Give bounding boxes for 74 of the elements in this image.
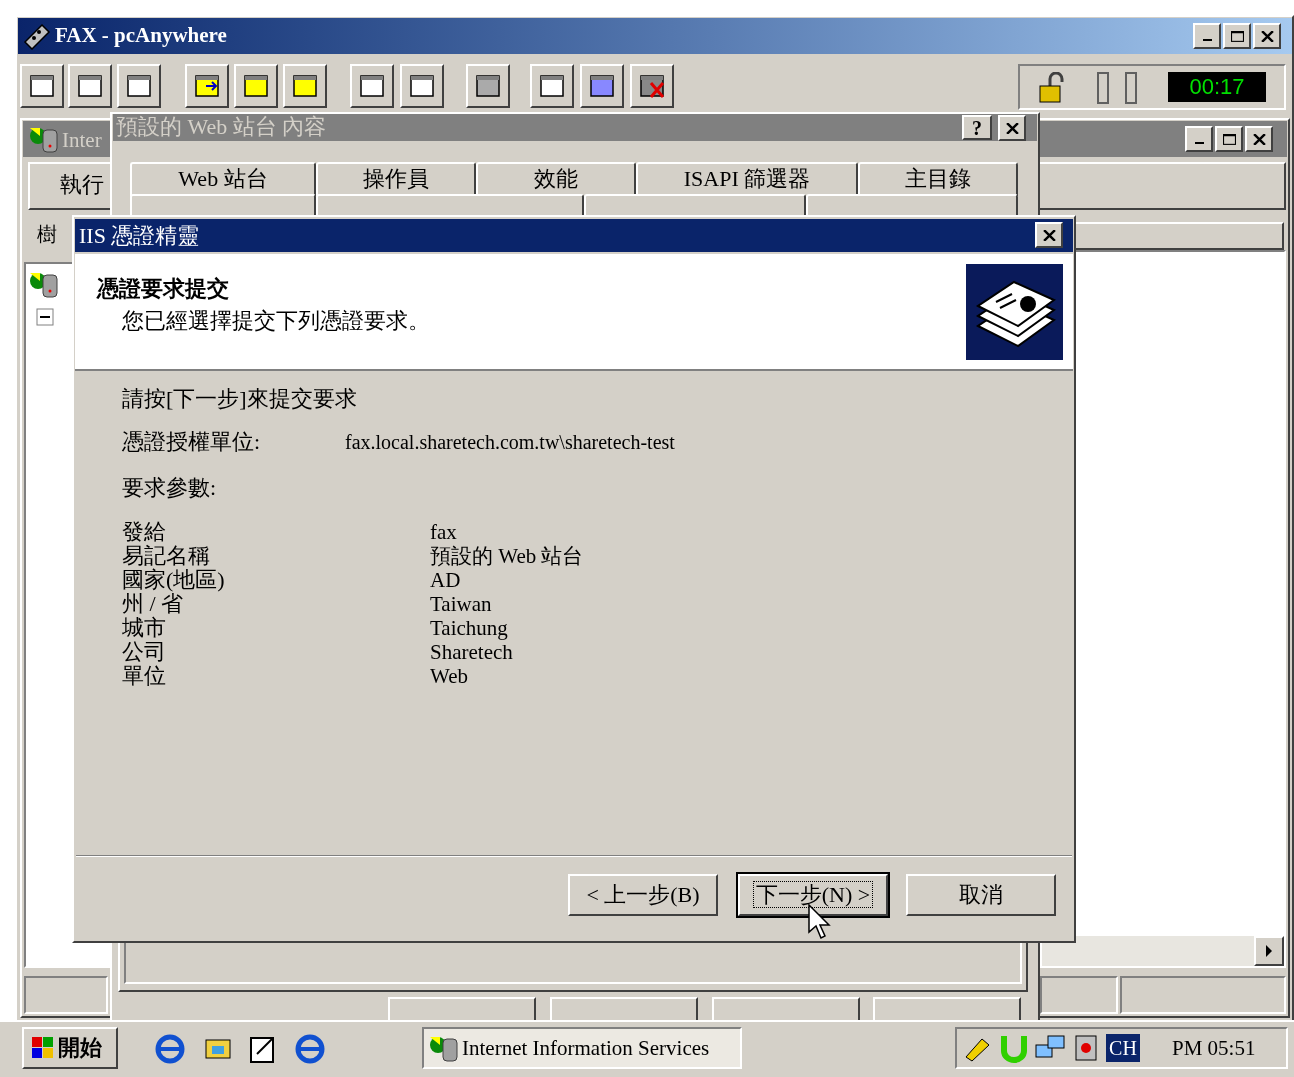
parameter-name: 國家(地區) xyxy=(122,568,226,592)
minimize-icon xyxy=(1202,39,1212,41)
parameter-name: 易記名稱 xyxy=(122,544,211,568)
indicator-icon xyxy=(1094,72,1140,104)
session-timer: 00:17 xyxy=(1168,72,1266,102)
toolbar-button[interactable] xyxy=(68,64,112,108)
parameter-value: AD xyxy=(430,568,461,592)
parameters-label: 要求參數: xyxy=(122,474,217,502)
dialog-title: 預設的 Web 站台 內容 xyxy=(116,113,327,141)
minimize-icon xyxy=(1194,142,1204,144)
toolbar-button[interactable] xyxy=(185,64,229,108)
parameter-name: 單位 xyxy=(122,664,167,688)
window-title: Inter xyxy=(62,127,102,154)
authority-label: 憑證授權單位: xyxy=(122,428,261,456)
wizard-heading: 憑證要求提交 xyxy=(97,275,229,303)
remote-control-icon xyxy=(22,22,52,50)
close-icon xyxy=(1042,229,1056,241)
toolbar-button[interactable] xyxy=(350,64,394,108)
clock: PM 05:51 xyxy=(1172,1035,1256,1062)
wizard-button[interactable]: < 上一步(B) xyxy=(568,874,718,916)
tab[interactable]: ISAPI 篩選器 xyxy=(636,162,858,196)
authority-value: fax.local.sharetech.com.tw\sharetech-test xyxy=(345,430,675,455)
wizard-button[interactable]: 下一步(N) > xyxy=(738,874,888,916)
window-title: FAX - pcAnywhere xyxy=(55,22,227,49)
parameter-value: Taichung xyxy=(430,616,508,640)
tab[interactable]: 主目錄 xyxy=(858,162,1018,196)
toolbar-button[interactable] xyxy=(530,64,574,108)
minimize-button[interactable] xyxy=(1193,23,1221,49)
close-button[interactable] xyxy=(1035,222,1063,248)
language-indicator[interactable]: CH xyxy=(1106,1034,1140,1062)
toolbar-button[interactable] xyxy=(580,64,624,108)
close-icon xyxy=(1005,122,1019,134)
scroll-right-button[interactable] xyxy=(1254,936,1284,966)
action-menu[interactable]: 執行 xyxy=(60,170,104,200)
help-button[interactable]: ? xyxy=(962,115,992,140)
parameter-name: 城市 xyxy=(122,616,167,640)
tree-tab[interactable]: 樹 xyxy=(37,220,57,248)
parameter-value: Sharetech xyxy=(430,640,513,664)
certificate-stack-icon xyxy=(966,264,1063,360)
parameter-value: fax xyxy=(430,520,457,544)
toolbar-button[interactable] xyxy=(466,64,510,108)
toolbar-button[interactable] xyxy=(400,64,444,108)
toolbar-button[interactable] xyxy=(283,64,327,108)
parameter-name: 發給 xyxy=(122,520,167,544)
wizard-subheading: 您已經選擇提交下列憑證要求。 xyxy=(122,307,430,335)
close-button[interactable] xyxy=(1253,23,1281,49)
tab[interactable]: Web 站台 xyxy=(130,162,316,196)
taskbar-task[interactable]: Internet Information Services xyxy=(422,1027,742,1069)
parameter-value: Taiwan xyxy=(430,592,492,616)
close-icon xyxy=(1260,30,1274,42)
parameter-value: Web xyxy=(430,664,468,688)
start-button[interactable]: 開始 xyxy=(22,1027,118,1069)
close-button[interactable] xyxy=(1245,126,1273,152)
toolbar-button[interactable] xyxy=(20,64,64,108)
dialog-title: IIS 憑證精靈 xyxy=(79,222,200,250)
maximize-icon xyxy=(1230,30,1244,42)
parameter-value: 預設的 Web 站台 xyxy=(430,544,584,568)
close-button[interactable] xyxy=(998,115,1026,141)
toolbar-button[interactable] xyxy=(234,64,278,108)
tab[interactable]: 效能 xyxy=(476,162,636,196)
tab[interactable]: 操作員 xyxy=(316,162,476,196)
toolbar-button[interactable] xyxy=(117,64,161,108)
parameter-name: 州 / 省 xyxy=(122,592,185,616)
minimize-button[interactable] xyxy=(1185,126,1213,152)
toolbar-button[interactable] xyxy=(630,64,674,108)
instruction-text: 請按[下一步]來提交要求 xyxy=(122,385,357,413)
collapse-icon[interactable] xyxy=(36,308,54,326)
right-arrow-icon xyxy=(1264,944,1274,958)
wizard-button[interactable]: 取消 xyxy=(906,874,1056,916)
close-icon xyxy=(1252,133,1266,145)
parameter-name: 公司 xyxy=(122,640,167,664)
maximize-button[interactable] xyxy=(1223,23,1251,49)
maximize-icon xyxy=(1222,133,1236,145)
maximize-button[interactable] xyxy=(1215,126,1243,152)
